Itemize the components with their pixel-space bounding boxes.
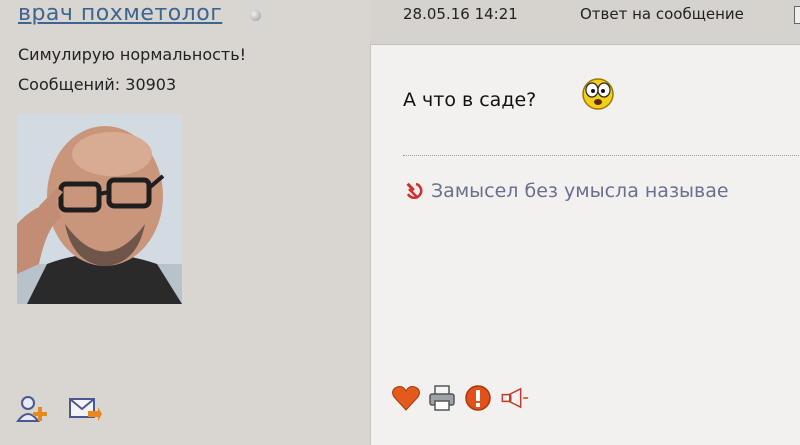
surprised-smiley-icon <box>582 78 614 110</box>
post-actions <box>391 382 529 414</box>
post-date: 28.05.16 14:21 <box>403 5 518 23</box>
post-body: А что в саде? Замысел без умысла называе <box>370 45 800 445</box>
reply-to-link[interactable]: Ответ на сообщение <box>580 5 744 23</box>
private-message-icon[interactable] <box>68 393 102 425</box>
post-header: 28.05.16 14:21 Ответ на сообщение <box>370 0 800 45</box>
offline-status-icon <box>250 10 261 21</box>
avatar[interactable] <box>17 114 182 304</box>
user-actions <box>16 393 102 425</box>
warning-icon[interactable] <box>463 382 493 414</box>
user-title: Симулирую нормальность! <box>18 45 247 64</box>
post-text: А что в саде? <box>403 89 537 111</box>
add-friend-icon[interactable] <box>16 393 50 425</box>
hammer-sickle-icon <box>406 182 423 199</box>
header-checkbox[interactable] <box>794 6 800 24</box>
signature-divider <box>403 155 800 156</box>
user-sidebar: врач похметолог Симулирую нормальность! … <box>0 0 370 445</box>
post-count: Сообщений: 30903 <box>18 75 177 94</box>
heart-icon[interactable] <box>391 382 421 414</box>
megaphone-icon[interactable] <box>499 382 529 414</box>
signature-text: Замысел без умысла называе <box>431 180 729 202</box>
username-link[interactable]: врач похметолог <box>18 1 222 26</box>
signature: Замысел без умысла называе <box>403 180 729 202</box>
printer-icon[interactable] <box>427 382 457 414</box>
